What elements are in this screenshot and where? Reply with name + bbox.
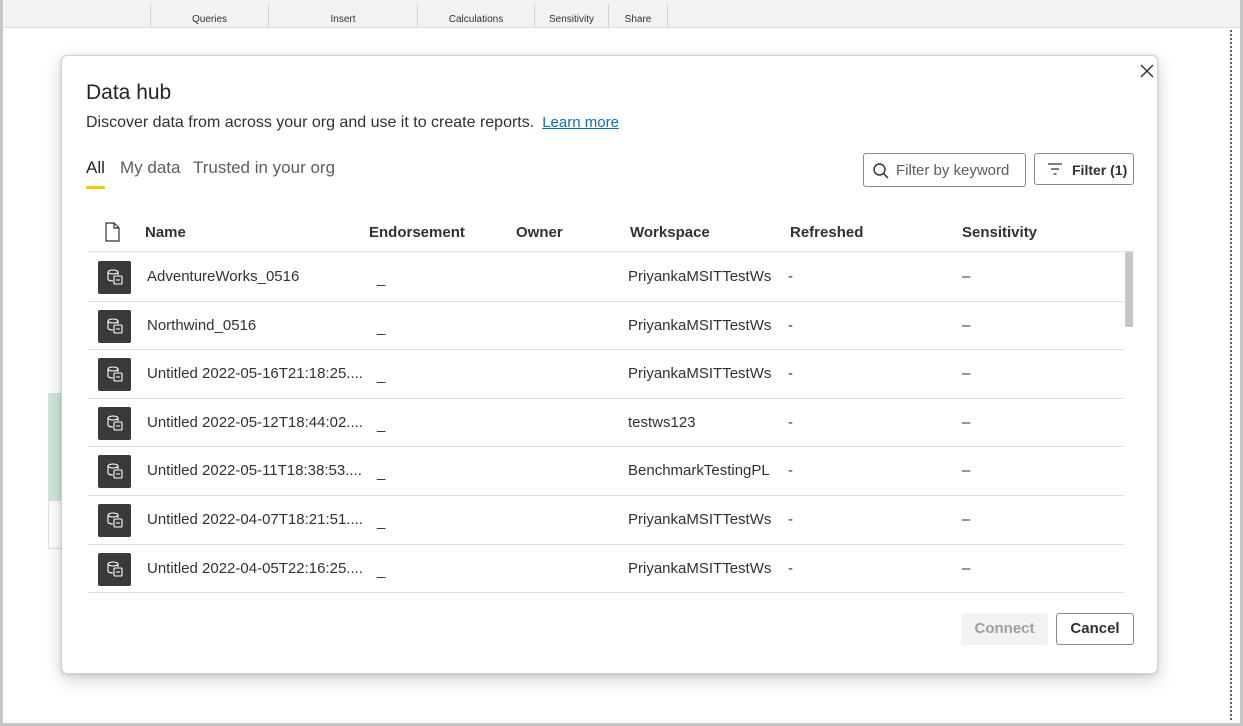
row-name: Untitled 2022-05-11T18:38:53....	[147, 462, 362, 480]
row-name: Untitled 2022-04-05T22:16:25....	[147, 559, 363, 577]
row-name: Untitled 2022-04-07T18:21:51....	[147, 510, 363, 528]
ribbon-group-sensitivity[interactable]: Sensitivity	[534, 4, 608, 28]
row-endorsement: _	[377, 415, 386, 433]
row-sensitivity: –	[962, 462, 971, 480]
ribbon-group-queries[interactable]: Queries	[150, 4, 268, 28]
row-sensitivity: –	[962, 316, 971, 334]
row-endorsement: _	[377, 512, 386, 530]
ribbon-group-insert[interactable]: Insert	[268, 4, 417, 28]
row-name: AdventureWorks_0516	[147, 268, 300, 285]
scrollbar-thumb[interactable]	[1125, 252, 1133, 327]
filter-button[interactable]: Filter (1)	[1034, 153, 1134, 185]
ribbon-group-calculations[interactable]: Calculations	[417, 4, 534, 28]
row-name: Untitled 2022-05-12T18:44:02....	[147, 413, 363, 431]
column-header-refreshed[interactable]: Refreshed	[790, 224, 863, 241]
row-sensitivity: –	[962, 413, 971, 431]
row-sensitivity: –	[962, 365, 971, 383]
row-workspace: BenchmarkTestingPL	[628, 462, 770, 480]
row-sensitivity: –	[962, 268, 971, 285]
row-refreshed: -	[788, 510, 793, 528]
ribbon-group-share[interactable]: Share	[608, 4, 668, 28]
search-input[interactable]	[896, 155, 1022, 185]
row-sensitivity: –	[962, 559, 971, 577]
dialog-title: Data hub	[86, 81, 172, 104]
row-endorsement: _	[377, 270, 386, 287]
dataset-table-body: AdventureWorks_0516 _ PriyankaMSITTestWs…	[88, 253, 1134, 593]
dialog-subtitle: Discover data from across your org and u…	[86, 114, 619, 132]
row-workspace: PriyankaMSITTestWs	[628, 268, 772, 285]
dataset-icon	[98, 552, 131, 586]
dataset-icon	[98, 406, 131, 440]
row-refreshed: -	[788, 365, 793, 383]
column-header-workspace[interactable]: Workspace	[630, 224, 710, 241]
document-icon	[105, 222, 120, 242]
row-refreshed: -	[788, 462, 793, 480]
column-header-owner[interactable]: Owner	[516, 224, 563, 241]
tab-all[interactable]: All	[86, 158, 105, 189]
column-header-name[interactable]: Name	[145, 224, 186, 241]
row-workspace: PriyankaMSITTestWs	[628, 510, 772, 528]
dataset-icon	[98, 358, 131, 392]
close-icon	[1140, 64, 1154, 78]
table-row[interactable]: AdventureWorks_0516 _ PriyankaMSITTestWs…	[88, 253, 1124, 302]
row-workspace: testws123	[628, 413, 696, 431]
row-workspace: PriyankaMSITTestWs	[628, 559, 772, 577]
cancel-button[interactable]: Cancel	[1056, 613, 1134, 645]
row-workspace: PriyankaMSITTestWs	[628, 316, 772, 334]
row-workspace: PriyankaMSITTestWs	[628, 365, 772, 383]
connect-button[interactable]: Connect	[961, 613, 1048, 645]
table-row[interactable]: Untitled 2022-05-11T18:38:53.... _ Bench…	[88, 447, 1124, 496]
table-row[interactable]: Untitled 2022-05-12T18:44:02.... _ testw…	[88, 399, 1124, 448]
row-sensitivity: –	[962, 510, 971, 528]
dataset-icon	[98, 309, 131, 343]
row-refreshed: -	[788, 413, 793, 431]
filter-button-label: Filter (1)	[1072, 162, 1128, 178]
tab-trusted-in-your-org[interactable]: Trusted in your org	[193, 158, 335, 178]
filter-icon	[1048, 163, 1062, 175]
dataset-icon	[98, 455, 131, 489]
table-row[interactable]: Untitled 2022-05-16T21:18:25.... _ Priya…	[88, 350, 1124, 399]
table-row[interactable]: Northwind_0516 _ PriyankaMSITTestWs - –	[88, 302, 1124, 351]
row-endorsement: _	[377, 318, 386, 336]
search-icon	[873, 163, 889, 179]
row-refreshed: -	[788, 268, 793, 285]
learn-more-link[interactable]: Learn more	[542, 114, 619, 131]
dataset-icon	[98, 261, 131, 294]
row-endorsement: _	[377, 561, 386, 579]
row-endorsement: _	[377, 464, 386, 482]
data-hub-dialog: Data hub Discover data from across your …	[61, 55, 1158, 674]
table-header: Name Endorsement Owner Workspace Refresh…	[88, 218, 1134, 252]
row-name: Northwind_0516	[147, 316, 257, 334]
table-row[interactable]: Untitled 2022-04-05T22:16:25.... _ Priya…	[88, 545, 1124, 593]
column-header-endorsement[interactable]: Endorsement	[369, 224, 465, 241]
tab-my-data[interactable]: My data	[120, 158, 180, 178]
dialog-description: Discover data from across your org and u…	[86, 114, 535, 131]
row-name: Untitled 2022-05-16T21:18:25....	[147, 365, 363, 383]
row-refreshed: -	[788, 559, 793, 577]
column-header-sensitivity[interactable]: Sensitivity	[962, 224, 1037, 241]
ribbon: Queries Insert Calculations Sensitivity …	[3, 0, 1240, 28]
close-button[interactable]	[1136, 60, 1158, 82]
dataset-icon	[98, 503, 131, 537]
canvas-boundary	[1230, 30, 1232, 720]
table-row[interactable]: Untitled 2022-04-07T18:21:51.... _ Priya…	[88, 496, 1124, 545]
row-refreshed: -	[788, 316, 793, 334]
row-endorsement: _	[377, 367, 386, 385]
search-box	[863, 153, 1026, 187]
